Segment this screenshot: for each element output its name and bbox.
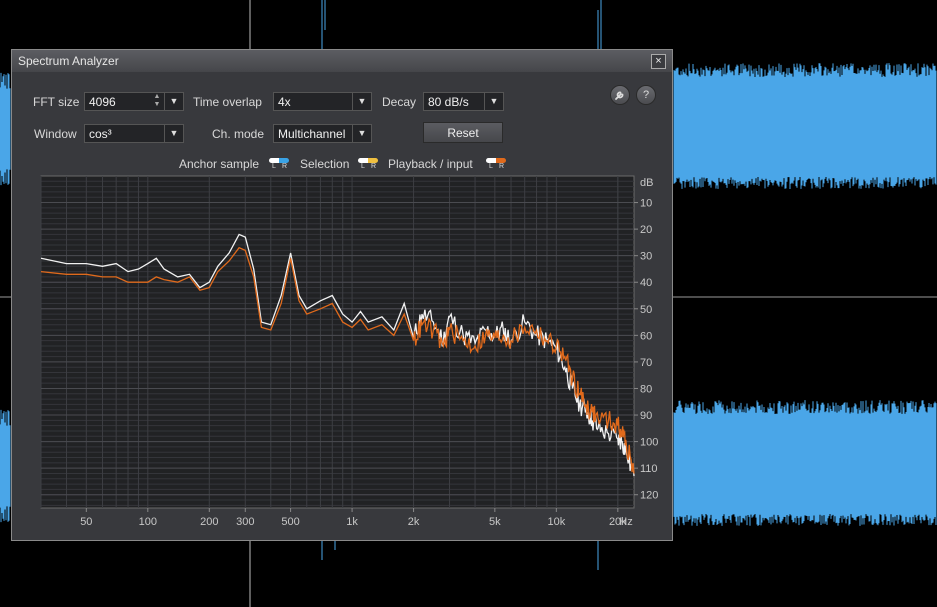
fft-size-label: FFT size xyxy=(33,95,80,109)
y-tick-label: 20 xyxy=(640,224,652,236)
y-tick-label: 110 xyxy=(640,463,658,475)
x-tick-label: 10k xyxy=(547,516,565,528)
ch-mode-select[interactable]: Multichannel ▼ xyxy=(273,124,372,143)
x-tick-label: 1k xyxy=(346,516,358,528)
fft-size-value: 4096 xyxy=(89,95,116,109)
legend-selection: Selection xyxy=(300,157,350,171)
window-title: Spectrum Analyzer xyxy=(18,54,119,68)
y-tick-label: 80 xyxy=(640,383,652,395)
y-tick-label: 40 xyxy=(640,277,652,289)
title-bar[interactable]: Spectrum Analyzer × xyxy=(12,50,672,72)
x-tick-label: 5k xyxy=(489,516,501,528)
y-tick-label: 50 xyxy=(640,304,652,316)
y-tick-label: 120 xyxy=(640,490,658,502)
playback-input-swatch[interactable]: LR xyxy=(486,158,506,172)
window-function-value: cos³ xyxy=(89,127,112,141)
chevron-down-icon[interactable]: ▼ xyxy=(164,125,183,142)
reset-button[interactable]: Reset xyxy=(423,122,503,143)
legend-playback-input: Playback / input xyxy=(388,157,473,171)
y-tick-label: 30 xyxy=(640,251,652,263)
y-axis-label: dB xyxy=(640,177,653,189)
y-tick-label: 70 xyxy=(640,357,652,369)
x-tick-label: 2k xyxy=(408,516,420,528)
chevron-down-icon[interactable]: ▼ xyxy=(352,125,371,142)
time-overlap-select[interactable]: 4x ▼ xyxy=(273,92,372,111)
decay-value: 80 dB/s xyxy=(428,95,469,109)
x-tick-label: 50 xyxy=(80,516,92,528)
window-function-label: Window xyxy=(34,127,77,141)
y-tick-label: 60 xyxy=(640,330,652,342)
y-tick-label: 10 xyxy=(640,198,652,210)
y-tick-label: 100 xyxy=(640,437,658,449)
fft-size-spinner[interactable]: ▲ ▼ xyxy=(151,93,163,110)
x-tick-label: 500 xyxy=(281,516,299,528)
decay-select[interactable]: 80 dB/s ▼ xyxy=(423,92,504,111)
x-tick-label: 200 xyxy=(200,516,218,528)
decay-label: Decay xyxy=(382,95,417,109)
x-tick-label: 300 xyxy=(236,516,254,528)
x-tick-label: 100 xyxy=(139,516,157,528)
time-overlap-value: 4x xyxy=(278,95,291,109)
ch-mode-label: Ch. mode xyxy=(212,127,265,141)
legend-anchor-sample: Anchor sample xyxy=(179,157,260,171)
wrench-icon[interactable] xyxy=(610,85,630,105)
close-button[interactable]: × xyxy=(651,54,666,69)
chevron-down-icon[interactable]: ▼ xyxy=(164,93,183,110)
ch-mode-value: Multichannel xyxy=(278,127,346,141)
chevron-down-icon[interactable]: ▼ xyxy=(352,93,371,110)
anchor-sample-swatch[interactable]: LR xyxy=(269,158,289,172)
fft-size-select[interactable]: 4096 ▲ ▼ ▼ xyxy=(84,92,184,111)
window-function-select[interactable]: cos³ ▼ xyxy=(84,124,184,143)
x-axis-label: Hz xyxy=(619,516,632,528)
help-button[interactable]: ? xyxy=(636,85,656,105)
time-overlap-label: Time overlap xyxy=(193,95,262,109)
y-tick-label: 90 xyxy=(640,410,652,422)
selection-swatch[interactable]: LR xyxy=(358,158,378,172)
chevron-down-icon[interactable]: ▼ xyxy=(484,93,503,110)
spectrum-analyzer-window[interactable]: Spectrum Analyzer × FFT size 4096 ▲ ▼ ▼ T… xyxy=(11,49,673,541)
spectrum-plot[interactable]: 10 20 30 40 50 60 70 80 90 100 110 120 dB 50 100 200 300… xyxy=(28,173,665,533)
